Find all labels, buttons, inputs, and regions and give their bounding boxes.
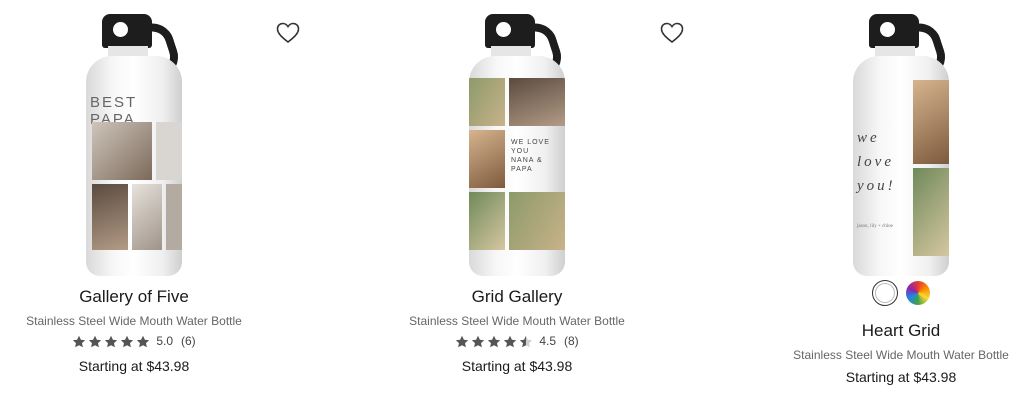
star-icon bbox=[137, 335, 150, 347]
bottle-signature-text: jason, lily + chloe bbox=[857, 224, 893, 229]
product-image[interactable]: BEST PAPA bbox=[86, 14, 184, 276]
color-swatches bbox=[741, 280, 1031, 306]
rating-value: 4.5 bbox=[539, 334, 556, 348]
review-count: (8) bbox=[564, 334, 579, 348]
product-subtitle: Stainless Steel Wide Mouth Water Bottle bbox=[793, 348, 1009, 362]
product-title[interactable]: Grid Gallery bbox=[357, 287, 677, 307]
product-subtitle: Stainless Steel Wide Mouth Water Bottle bbox=[26, 314, 242, 328]
swatch-multicolor[interactable] bbox=[906, 281, 930, 305]
product-title[interactable]: Gallery of Five bbox=[0, 287, 294, 307]
star-icon bbox=[456, 335, 469, 347]
product-rating[interactable]: 4.5 (8) bbox=[357, 334, 677, 348]
product-price: Starting at $43.98 bbox=[78, 358, 190, 374]
star-rating bbox=[72, 335, 150, 348]
star-icon bbox=[520, 335, 533, 347]
bottle-print-text: WE LOVE YOU NANA & PAPA bbox=[511, 139, 550, 173]
review-count: (6) bbox=[181, 334, 196, 348]
favorite-heart-icon[interactable] bbox=[659, 20, 685, 46]
product-rating[interactable]: 5.0 (6) bbox=[0, 334, 294, 348]
product-price: Starting at $43.98 bbox=[461, 358, 573, 374]
star-icon bbox=[472, 335, 485, 347]
product-card-heart-grid[interactable]: we love you! jason, lily + chloe Heart G… bbox=[741, 0, 1031, 416]
bottle-print-text: we love you! bbox=[857, 130, 896, 194]
product-title[interactable]: Heart Grid bbox=[741, 321, 1031, 341]
star-rating bbox=[455, 335, 533, 348]
product-subtitle: Stainless Steel Wide Mouth Water Bottle bbox=[409, 314, 625, 328]
star-icon bbox=[105, 335, 118, 347]
swatch-white[interactable] bbox=[872, 280, 898, 306]
star-icon bbox=[504, 335, 517, 347]
star-icon bbox=[73, 335, 86, 347]
favorite-heart-icon[interactable] bbox=[275, 20, 301, 46]
product-image[interactable]: WE LOVE YOU NANA & PAPA bbox=[469, 14, 567, 276]
product-card-gallery-of-five[interactable]: BEST PAPA Gallery of Five Stainless Stee… bbox=[0, 0, 300, 416]
product-grid: BEST PAPA Gallery of Five Stainless Stee… bbox=[0, 0, 1031, 416]
product-price: Starting at $43.98 bbox=[845, 369, 957, 385]
rating-value: 5.0 bbox=[156, 334, 173, 348]
product-card-grid-gallery[interactable]: WE LOVE YOU NANA & PAPA Grid Gallery Sta… bbox=[357, 0, 684, 416]
product-image[interactable]: we love you! jason, lily + chloe bbox=[853, 14, 951, 276]
star-icon bbox=[89, 335, 102, 347]
star-icon bbox=[121, 335, 134, 347]
star-icon bbox=[488, 335, 501, 347]
